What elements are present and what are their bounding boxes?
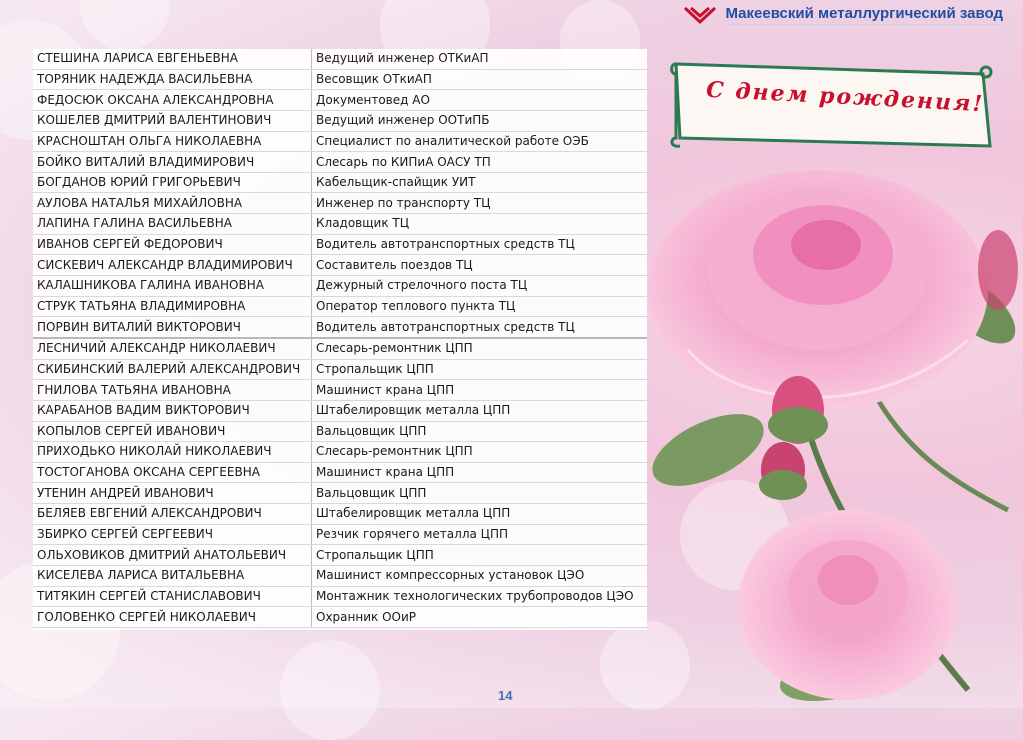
employee-name: КОПЫЛОВ СЕРГЕЙ ИВАНОВИЧ: [33, 421, 312, 443]
employee-name: СТЕШИНА ЛАРИСА ЕВГЕНЬЕВНА: [33, 49, 312, 70]
employee-name: КАЛАШНИКОВА ГАЛИНА ИВАНОВНА: [33, 275, 312, 297]
employee-position: Ведущий инженер ОТКиАП: [311, 49, 647, 70]
employee-position: Оператор теплового пункта ТЦ: [311, 296, 647, 318]
table-row: СТЕШИНА ЛАРИСА ЕВГЕНЬЕВНА Ведущий инженер…: [33, 49, 647, 70]
employee-name: АУЛОВА НАТАЛЬЯ МИХАЙЛОВНА: [33, 192, 312, 215]
employee-name: УТЕНИН АНДРЕЙ ИВАНОВИЧ: [33, 482, 312, 505]
employee-name: СТРУК ТАТЬЯНА ВЛАДИМИРОВНА: [33, 296, 312, 318]
page-number: 14: [498, 688, 513, 703]
employee-position: Ведущий инженер ООТиПБ: [311, 110, 647, 132]
employee-position: Стропальщик ЦПП: [311, 359, 647, 381]
employee-position: Специалист по аналитической работе ОЭБ: [311, 131, 647, 153]
table-row: БОЙКО ВИТАЛИЙ ВЛАДИМИРОВИЧ Слесарь по КИП…: [33, 151, 647, 173]
employee-name: ТИТЯКИН СЕРГЕЙ СТАНИСЛАВОВИЧ: [33, 586, 312, 608]
employee-position: Дежурный стрелочного поста ТЦ: [311, 275, 647, 297]
table-row: БЕЛЯЕВ ЕВГЕНИЙ АЛЕКСАНДРОВИЧ Штабелировщи…: [33, 503, 647, 525]
employee-position: Машинист крана ЦПП: [311, 379, 647, 401]
employee-name: ПОРВИН ВИТАЛИЙ ВИКТОРОВИЧ: [33, 316, 312, 339]
bokeh-circle: [280, 640, 380, 740]
birthday-table: СТЕШИНА ЛАРИСА ЕВГЕНЬЕВНА Ведущий инженер…: [33, 49, 647, 630]
employee-position: Штабелировщик металла ЦПП: [311, 400, 647, 422]
employee-name: КРАСНОШТАН ОЛЬГА НИКОЛАЕВНА: [33, 131, 312, 153]
table-row: КОШЕЛЕВ ДМИТРИЙ ВАЛЕНТИНОВИЧ Ведущий инже…: [33, 110, 647, 132]
table-row: ОЛЬХОВИКОВ ДМИТРИЙ АНАТОЛЬЕВИЧ Стропальщи…: [33, 544, 647, 567]
table-row: БОГДАНОВ ЮРИЙ ГРИГОРЬЕВИЧ Кабельщик-спайщ…: [33, 172, 647, 194]
employee-name: ПРИХОДЬКО НИКОЛАЙ НИКОЛАЕВИЧ: [33, 441, 312, 463]
employee-name: БОГДАНОВ ЮРИЙ ГРИГОРЬЕВИЧ: [33, 172, 312, 194]
table-row: ТИТЯКИН СЕРГЕЙ СТАНИСЛАВОВИЧ Монтажник те…: [33, 586, 647, 608]
employee-position: Вальцовщик ЦПП: [311, 482, 647, 505]
table-row: ТОСТОГАНОВА ОКСАНА СЕРГЕЕВНА Машинист кра…: [33, 462, 647, 484]
employee-name: КИСЕЛЕВА ЛАРИСА ВИТАЛЬЕВНА: [33, 565, 312, 587]
table-row: ЗБИРКО СЕРГЕЙ СЕРГЕЕВИЧ Резчик горячего м…: [33, 524, 647, 546]
employee-position: Слесарь по КИПиА ОАСУ ТП: [311, 151, 647, 173]
employee-name: ЛАПИНА ГАЛИНА ВАСИЛЬЕВНА: [33, 213, 312, 235]
employee-position: Кабельщик-спайщик УИТ: [311, 172, 647, 194]
table-row: ПРИХОДЬКО НИКОЛАЙ НИКОЛАЕВИЧ Слесарь-ремо…: [33, 441, 647, 463]
employee-position: Машинист компрессорных установок ЦЭО: [311, 565, 647, 587]
table-row: СКИБИНСКИЙ ВАЛЕРИЙ АЛЕКСАНДРОВИЧ Стропаль…: [33, 359, 647, 381]
employee-position: Весовщик ОТкиАП: [311, 69, 647, 91]
company-name: Макеевский металлургический завод: [725, 5, 1003, 25]
employee-position: Слесарь-ремонтник ЦПП: [311, 441, 647, 463]
table-row: КАЛАШНИКОВА ГАЛИНА ИВАНОВНА Дежурный стре…: [33, 275, 647, 297]
table-row: АУЛОВА НАТАЛЬЯ МИХАЙЛОВНА Инженер по тран…: [33, 192, 647, 215]
rose-illustration: [648, 170, 1018, 701]
table-row: ИВАНОВ СЕРГЕЙ ФЕДОРОВИЧ Водитель автотран…: [33, 234, 647, 256]
table-row: ПОРВИН ВИТАЛИЙ ВИКТОРОВИЧ Водитель автотр…: [33, 316, 647, 339]
table-row: КОПЫЛОВ СЕРГЕЙ ИВАНОВИЧ Вальцовщик ЦПП: [33, 421, 647, 443]
bokeh-circle: [80, 0, 170, 50]
company-logo-icon: [684, 6, 717, 25]
employee-position: Штабелировщик металла ЦПП: [311, 503, 647, 525]
table-row: КРАСНОШТАН ОЛЬГА НИКОЛАЕВНА Специалист по…: [33, 131, 647, 153]
employee-name: ЗБИРКО СЕРГЕЙ СЕРГЕЕВИЧ: [33, 524, 312, 546]
employee-name: ОЛЬХОВИКОВ ДМИТРИЙ АНАТОЛЬЕВИЧ: [33, 544, 312, 567]
table-row: СИСКЕВИЧ АЛЕКСАНДР ВЛАДИМИРОВИЧ Составите…: [33, 254, 647, 277]
employee-name: ГНИЛОВА ТАТЬЯНА ИВАНОВНА: [33, 379, 312, 401]
employee-name: ЛЕСНИЧИЙ АЛЕКСАНДР НИКОЛАЕВИЧ: [33, 336, 312, 360]
employee-name: ИВАНОВ СЕРГЕЙ ФЕДОРОВИЧ: [33, 234, 312, 256]
employee-position: Водитель автотранспортных средств ТЦ: [311, 316, 647, 339]
employee-position: Кладовщик ТЦ: [311, 213, 647, 235]
employee-name: ТОРЯНИК НАДЕЖДА ВАСИЛЬЕВНА: [33, 69, 312, 91]
table-row: ФЕДОСЮК ОКСАНА АЛЕКСАНДРОВНА Документовед…: [33, 89, 647, 111]
employee-position: Водитель автотранспортных средств ТЦ: [311, 234, 647, 256]
employee-position: Составитель поездов ТЦ: [311, 254, 647, 277]
employee-name: ФЕДОСЮК ОКСАНА АЛЕКСАНДРОВНА: [33, 89, 312, 111]
table-row: УТЕНИН АНДРЕЙ ИВАНОВИЧ Вальцовщик ЦПП: [33, 482, 647, 505]
company-header: Макеевский металлургический завод: [683, 4, 1003, 26]
table-row: КАРАБАНОВ ВАДИМ ВИКТОРОВИЧ Штабелировщик …: [33, 400, 647, 422]
employee-position: Документовед АО: [311, 89, 647, 111]
table-row: ЛАПИНА ГАЛИНА ВАСИЛЬЕВНА Кладовщик ТЦ: [33, 213, 647, 235]
table-row: ЛЕСНИЧИЙ АЛЕКСАНДР НИКОЛАЕВИЧ Слесарь-рем…: [33, 336, 647, 360]
table-row: ГНИЛОВА ТАТЬЯНА ИВАНОВНА Машинист крана Ц…: [33, 379, 647, 401]
employee-position: Машинист крана ЦПП: [311, 462, 647, 484]
employee-position: Слесарь-ремонтник ЦПП: [311, 336, 647, 360]
employee-position: Вальцовщик ЦПП: [311, 421, 647, 443]
table-row: КИСЕЛЕВА ЛАРИСА ВИТАЛЬЕВНА Машинист компр…: [33, 565, 647, 587]
employee-name: СКИБИНСКИЙ ВАЛЕРИЙ АЛЕКСАНДРОВИЧ: [33, 359, 312, 381]
employee-position: Стропальщик ЦПП: [311, 544, 647, 567]
employee-name: КАРАБАНОВ ВАДИМ ВИКТОРОВИЧ: [33, 400, 312, 422]
employee-name: СИСКЕВИЧ АЛЕКСАНДР ВЛАДИМИРОВИЧ: [33, 254, 312, 277]
table-row: ТОРЯНИК НАДЕЖДА ВАСИЛЬЕВНА Весовщик ОТкиА…: [33, 69, 647, 91]
employee-name: БОЙКО ВИТАЛИЙ ВЛАДИМИРОВИЧ: [33, 151, 312, 173]
employee-position: Инженер по транспорту ТЦ: [311, 192, 647, 215]
table-row: ГОЛОВЕНКО СЕРГЕЙ НИКОЛАЕВИЧ Охранник ООиР: [33, 606, 647, 628]
employee-name: КОШЕЛЕВ ДМИТРИЙ ВАЛЕНТИНОВИЧ: [33, 110, 312, 132]
employee-position: Охранник ООиР: [311, 606, 647, 628]
employee-position: Монтажник технологических трубопроводов …: [311, 586, 647, 608]
employee-name: ГОЛОВЕНКО СЕРГЕЙ НИКОЛАЕВИЧ: [33, 606, 312, 628]
table-row: СТРУК ТАТЬЯНА ВЛАДИМИРОВНА Оператор тепло…: [33, 296, 647, 318]
employee-name: БЕЛЯЕВ ЕВГЕНИЙ АЛЕКСАНДРОВИЧ: [33, 503, 312, 525]
employee-name: ТОСТОГАНОВА ОКСАНА СЕРГЕЕВНА: [33, 462, 312, 484]
employee-position: Резчик горячего металла ЦПП: [311, 524, 647, 546]
